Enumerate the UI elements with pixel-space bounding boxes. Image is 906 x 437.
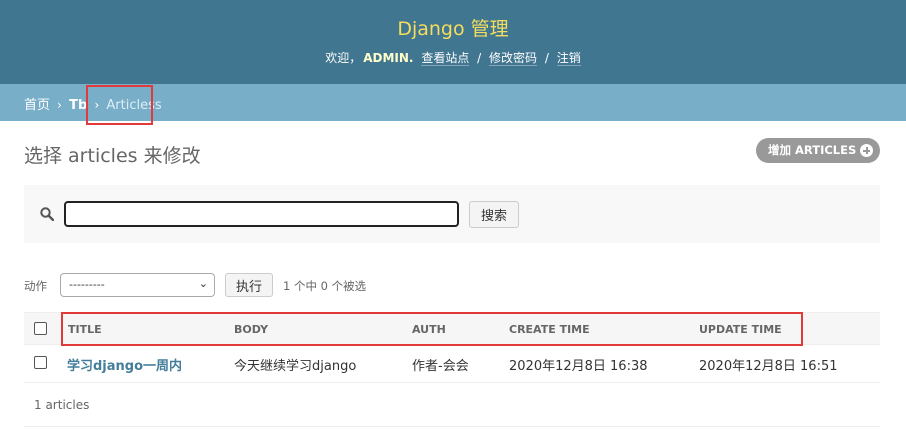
- user-tools: 欢迎， ADMIN. 查看站点 / 修改密码 / 注销: [0, 49, 906, 66]
- separator: /: [477, 51, 482, 65]
- plus-icon: [860, 144, 873, 157]
- actions-label: 动作: [24, 279, 47, 293]
- breadcrumb-home[interactable]: 首页: [24, 98, 50, 113]
- search-button[interactable]: 搜索: [469, 201, 519, 228]
- chevron-down-icon: ⌄: [198, 277, 208, 290]
- search-toolbar: 搜索: [24, 185, 880, 243]
- view-site-link[interactable]: 查看站点: [421, 51, 470, 66]
- search-input[interactable]: [64, 201, 459, 227]
- cell-update-time: 2020年12月8日 16:51: [699, 359, 838, 374]
- column-header-create-time[interactable]: CREATE TIME: [509, 323, 590, 336]
- run-action-button[interactable]: 执行: [225, 273, 273, 297]
- add-article-label: 增加 ARTICLES: [768, 143, 857, 157]
- row-checkbox[interactable]: [34, 356, 47, 369]
- cell-create-time: 2020年12月8日 16:38: [509, 359, 648, 374]
- page-title: 选择 articles 来修改: [24, 145, 201, 167]
- username: ADMIN.: [363, 51, 414, 65]
- breadcrumb: 首页 › Tb › Articless: [0, 84, 906, 121]
- site-header: Django 管理 欢迎， ADMIN. 查看站点 / 修改密码 / 注销: [0, 0, 906, 84]
- search-icon: [40, 207, 54, 221]
- cell-body: 今天继续学习django: [234, 359, 357, 374]
- table-header: TITLE BODY AUTH CREATE TIME UPDATE TIME: [24, 312, 880, 345]
- logout-link[interactable]: 注销: [556, 51, 581, 66]
- selection-count: 1 个中 0 个被选: [283, 279, 367, 293]
- site-title[interactable]: Django 管理: [0, 14, 906, 41]
- select-all-checkbox[interactable]: [34, 322, 47, 335]
- add-article-button[interactable]: 增加 ARTICLES: [756, 138, 880, 163]
- action-select-value: ---------: [69, 278, 105, 291]
- divider: [24, 426, 880, 427]
- column-header-auth[interactable]: AUTH: [412, 323, 446, 336]
- welcome-text: 欢迎，: [325, 51, 362, 65]
- action-select[interactable]: --------- ⌄: [60, 273, 215, 297]
- breadcrumb-app[interactable]: Tb: [69, 98, 87, 113]
- table-row: 学习django一周内 今天继续学习django 作者-会会 2020年12月8…: [24, 345, 880, 383]
- column-header-update-time[interactable]: UPDATE TIME: [699, 323, 782, 336]
- breadcrumb-current: Articless: [106, 98, 162, 113]
- result-count: 1 articles: [34, 398, 90, 412]
- breadcrumb-separator: ›: [94, 98, 100, 112]
- article-title-link[interactable]: 学习django一周内: [67, 355, 182, 374]
- separator: /: [544, 51, 549, 65]
- breadcrumb-separator: ›: [57, 98, 62, 112]
- change-password-link[interactable]: 修改密码: [489, 51, 538, 66]
- cell-auth: 作者-会会: [412, 359, 469, 374]
- column-header-title[interactable]: TITLE: [68, 323, 102, 336]
- column-header-body[interactable]: BODY: [234, 323, 268, 336]
